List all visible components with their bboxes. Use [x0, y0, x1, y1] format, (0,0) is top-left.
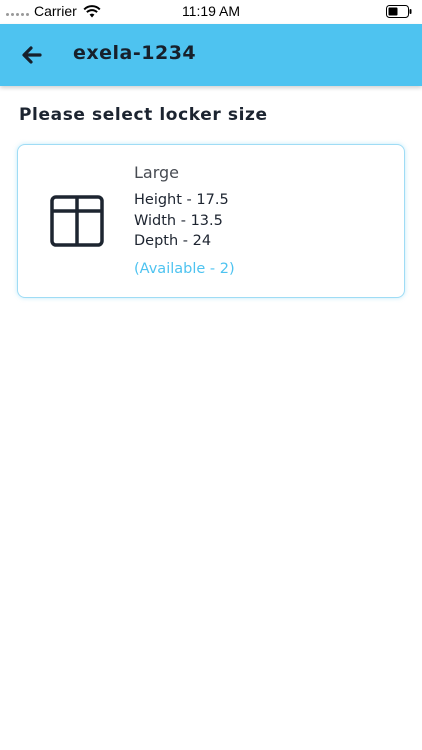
locker-availability: (Available - 2)	[134, 260, 235, 277]
status-bar: Carrier 11:19 AM	[0, 0, 422, 24]
locker-width: Width - 13.5	[134, 212, 223, 229]
locker-grid-icon	[50, 195, 104, 247]
locker-height: Height - 17.5	[134, 192, 229, 208]
locker-details: Large Height - 17.5 Width - 13.5 Depth -…	[134, 163, 235, 277]
locker-size-name: Large	[134, 163, 180, 182]
app-bar: exela-1234	[0, 24, 422, 86]
back-button[interactable]	[18, 41, 46, 69]
arrow-left-icon	[22, 46, 42, 64]
status-time: 11:19 AM	[181, 3, 241, 19]
page-title: exela-1234	[73, 42, 197, 64]
locker-size-card-large[interactable]: Large Height - 17.5 Width - 13.5 Depth -…	[17, 144, 405, 298]
section-title: Please select locker size	[19, 105, 268, 125]
locker-depth: Depth - 24	[134, 233, 212, 249]
battery-icon	[386, 5, 412, 18]
